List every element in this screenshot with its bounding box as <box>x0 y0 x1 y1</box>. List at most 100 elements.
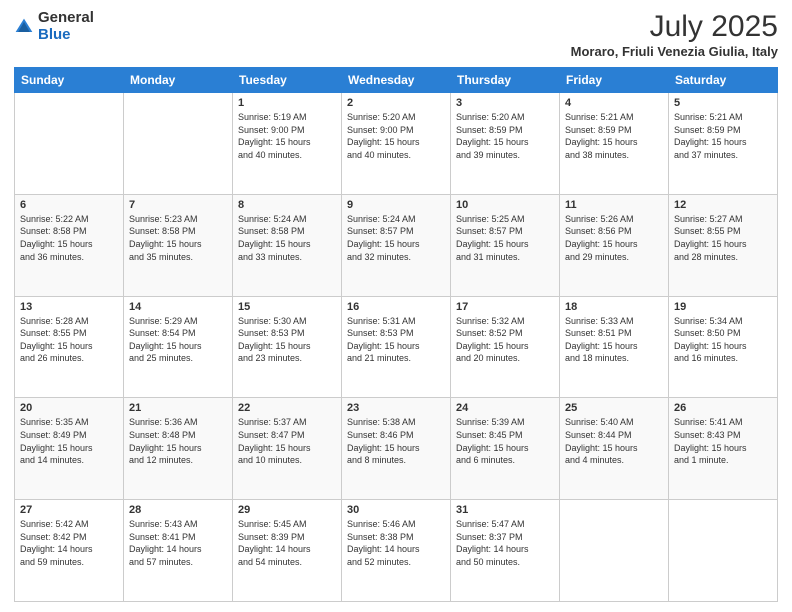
day-detail: Sunrise: 5:39 AM Sunset: 8:45 PM Dayligh… <box>456 416 554 466</box>
logo: General Blue <box>14 10 94 43</box>
table-row: 6 Sunrise: 5:22 AM Sunset: 8:58 PM Daylig… <box>15 194 124 296</box>
day-detail: Sunrise: 5:20 AM Sunset: 8:59 PM Dayligh… <box>456 111 554 161</box>
table-row: 13 Sunrise: 5:28 AM Sunset: 8:55 PM Dayli… <box>15 296 124 398</box>
day-detail: Sunrise: 5:30 AM Sunset: 8:53 PM Dayligh… <box>238 315 336 365</box>
day-detail: Sunrise: 5:26 AM Sunset: 8:56 PM Dayligh… <box>565 213 663 263</box>
table-row: 26 Sunrise: 5:41 AM Sunset: 8:43 PM Dayli… <box>669 398 778 500</box>
title-block: July 2025 Moraro, Friuli Venezia Giulia,… <box>571 10 778 59</box>
day-number: 11 <box>565 199 663 211</box>
day-detail: Sunrise: 5:33 AM Sunset: 8:51 PM Dayligh… <box>565 315 663 365</box>
logo-general: General <box>38 9 94 26</box>
day-detail: Sunrise: 5:29 AM Sunset: 8:54 PM Dayligh… <box>129 315 227 365</box>
table-row <box>669 500 778 602</box>
day-detail: Sunrise: 5:37 AM Sunset: 8:47 PM Dayligh… <box>238 416 336 466</box>
table-row: 24 Sunrise: 5:39 AM Sunset: 8:45 PM Dayli… <box>451 398 560 500</box>
table-row: 2Sunrise: 5:20 AM Sunset: 9:00 PM Daylig… <box>342 93 451 195</box>
calendar-week-row: 13 Sunrise: 5:28 AM Sunset: 8:55 PM Dayli… <box>15 296 778 398</box>
table-row: 9 Sunrise: 5:24 AM Sunset: 8:57 PM Daylig… <box>342 194 451 296</box>
table-row <box>560 500 669 602</box>
col-sunday: Sunday <box>15 68 124 93</box>
day-detail: Sunrise: 5:21 AM Sunset: 8:59 PM Dayligh… <box>674 111 772 161</box>
day-number: 19 <box>674 301 772 313</box>
month-title: July 2025 <box>571 10 778 44</box>
table-row: 27Sunrise: 5:42 AM Sunset: 8:42 PM Dayli… <box>15 500 124 602</box>
page: General Blue July 2025 Moraro, Friuli Ve… <box>0 0 792 612</box>
day-detail: Sunrise: 5:19 AM Sunset: 9:00 PM Dayligh… <box>238 111 336 161</box>
day-number: 5 <box>674 97 772 109</box>
table-row: 16 Sunrise: 5:31 AM Sunset: 8:53 PM Dayli… <box>342 296 451 398</box>
day-detail: Sunrise: 5:47 AM Sunset: 8:37 PM Dayligh… <box>456 518 554 568</box>
table-row: 8 Sunrise: 5:24 AM Sunset: 8:58 PM Daylig… <box>233 194 342 296</box>
day-detail: Sunrise: 5:23 AM Sunset: 8:58 PM Dayligh… <box>129 213 227 263</box>
table-row <box>15 93 124 195</box>
table-row: 12Sunrise: 5:27 AM Sunset: 8:55 PM Dayli… <box>669 194 778 296</box>
day-detail: Sunrise: 5:31 AM Sunset: 8:53 PM Dayligh… <box>347 315 445 365</box>
day-number: 26 <box>674 402 772 414</box>
day-number: 23 <box>347 402 445 414</box>
day-detail: Sunrise: 5:24 AM Sunset: 8:58 PM Dayligh… <box>238 213 336 263</box>
col-friday: Friday <box>560 68 669 93</box>
day-number: 31 <box>456 504 554 516</box>
table-row: 17 Sunrise: 5:32 AM Sunset: 8:52 PM Dayli… <box>451 296 560 398</box>
day-detail: Sunrise: 5:24 AM Sunset: 8:57 PM Dayligh… <box>347 213 445 263</box>
day-detail: Sunrise: 5:35 AM Sunset: 8:49 PM Dayligh… <box>20 416 118 466</box>
day-number: 3 <box>456 97 554 109</box>
day-number: 22 <box>238 402 336 414</box>
table-row: 10 Sunrise: 5:25 AM Sunset: 8:57 PM Dayli… <box>451 194 560 296</box>
day-number: 1 <box>238 97 336 109</box>
day-number: 17 <box>456 301 554 313</box>
day-number: 2 <box>347 97 445 109</box>
day-detail: Sunrise: 5:38 AM Sunset: 8:46 PM Dayligh… <box>347 416 445 466</box>
day-number: 13 <box>20 301 118 313</box>
day-detail: Sunrise: 5:41 AM Sunset: 8:43 PM Dayligh… <box>674 416 772 466</box>
table-row: 21 Sunrise: 5:36 AM Sunset: 8:48 PM Dayli… <box>124 398 233 500</box>
day-number: 7 <box>129 199 227 211</box>
day-detail: Sunrise: 5:21 AM Sunset: 8:59 PM Dayligh… <box>565 111 663 161</box>
col-tuesday: Tuesday <box>233 68 342 93</box>
table-row: 15 Sunrise: 5:30 AM Sunset: 8:53 PM Dayli… <box>233 296 342 398</box>
calendar-week-row: 20Sunrise: 5:35 AM Sunset: 8:49 PM Dayli… <box>15 398 778 500</box>
day-number: 9 <box>347 199 445 211</box>
day-detail: Sunrise: 5:32 AM Sunset: 8:52 PM Dayligh… <box>456 315 554 365</box>
day-detail: Sunrise: 5:34 AM Sunset: 8:50 PM Dayligh… <box>674 315 772 365</box>
day-detail: Sunrise: 5:36 AM Sunset: 8:48 PM Dayligh… <box>129 416 227 466</box>
day-detail: Sunrise: 5:46 AM Sunset: 8:38 PM Dayligh… <box>347 518 445 568</box>
table-row: 30Sunrise: 5:46 AM Sunset: 8:38 PM Dayli… <box>342 500 451 602</box>
table-row: 11 Sunrise: 5:26 AM Sunset: 8:56 PM Dayli… <box>560 194 669 296</box>
calendar-week-row: 1 Sunrise: 5:19 AM Sunset: 9:00 PM Daylig… <box>15 93 778 195</box>
table-row: 19 Sunrise: 5:34 AM Sunset: 8:50 PM Dayli… <box>669 296 778 398</box>
day-number: 15 <box>238 301 336 313</box>
table-row: 18 Sunrise: 5:33 AM Sunset: 8:51 PM Dayli… <box>560 296 669 398</box>
day-detail: Sunrise: 5:22 AM Sunset: 8:58 PM Dayligh… <box>20 213 118 263</box>
table-row: 20Sunrise: 5:35 AM Sunset: 8:49 PM Dayli… <box>15 398 124 500</box>
day-number: 8 <box>238 199 336 211</box>
day-detail: Sunrise: 5:43 AM Sunset: 8:41 PM Dayligh… <box>129 518 227 568</box>
col-thursday: Thursday <box>451 68 560 93</box>
day-number: 4 <box>565 97 663 109</box>
day-number: 14 <box>129 301 227 313</box>
table-row: 25Sunrise: 5:40 AM Sunset: 8:44 PM Dayli… <box>560 398 669 500</box>
day-number: 25 <box>565 402 663 414</box>
table-row: 22 Sunrise: 5:37 AM Sunset: 8:47 PM Dayli… <box>233 398 342 500</box>
day-number: 6 <box>20 199 118 211</box>
day-number: 21 <box>129 402 227 414</box>
logo-blue: Blue <box>38 26 71 43</box>
day-number: 18 <box>565 301 663 313</box>
header: General Blue July 2025 Moraro, Friuli Ve… <box>14 10 778 59</box>
day-detail: Sunrise: 5:45 AM Sunset: 8:39 PM Dayligh… <box>238 518 336 568</box>
day-number: 10 <box>456 199 554 211</box>
table-row: 28Sunrise: 5:43 AM Sunset: 8:41 PM Dayli… <box>124 500 233 602</box>
day-number: 27 <box>20 504 118 516</box>
table-row: 29Sunrise: 5:45 AM Sunset: 8:39 PM Dayli… <box>233 500 342 602</box>
day-detail: Sunrise: 5:25 AM Sunset: 8:57 PM Dayligh… <box>456 213 554 263</box>
day-number: 12 <box>674 199 772 211</box>
table-row <box>124 93 233 195</box>
table-row: 14 Sunrise: 5:29 AM Sunset: 8:54 PM Dayli… <box>124 296 233 398</box>
day-detail: Sunrise: 5:28 AM Sunset: 8:55 PM Dayligh… <box>20 315 118 365</box>
day-number: 16 <box>347 301 445 313</box>
day-number: 24 <box>456 402 554 414</box>
calendar-table: Sunday Monday Tuesday Wednesday Thursday… <box>14 67 778 602</box>
calendar-week-row: 6 Sunrise: 5:22 AM Sunset: 8:58 PM Daylig… <box>15 194 778 296</box>
logo-icon <box>14 17 34 37</box>
col-wednesday: Wednesday <box>342 68 451 93</box>
